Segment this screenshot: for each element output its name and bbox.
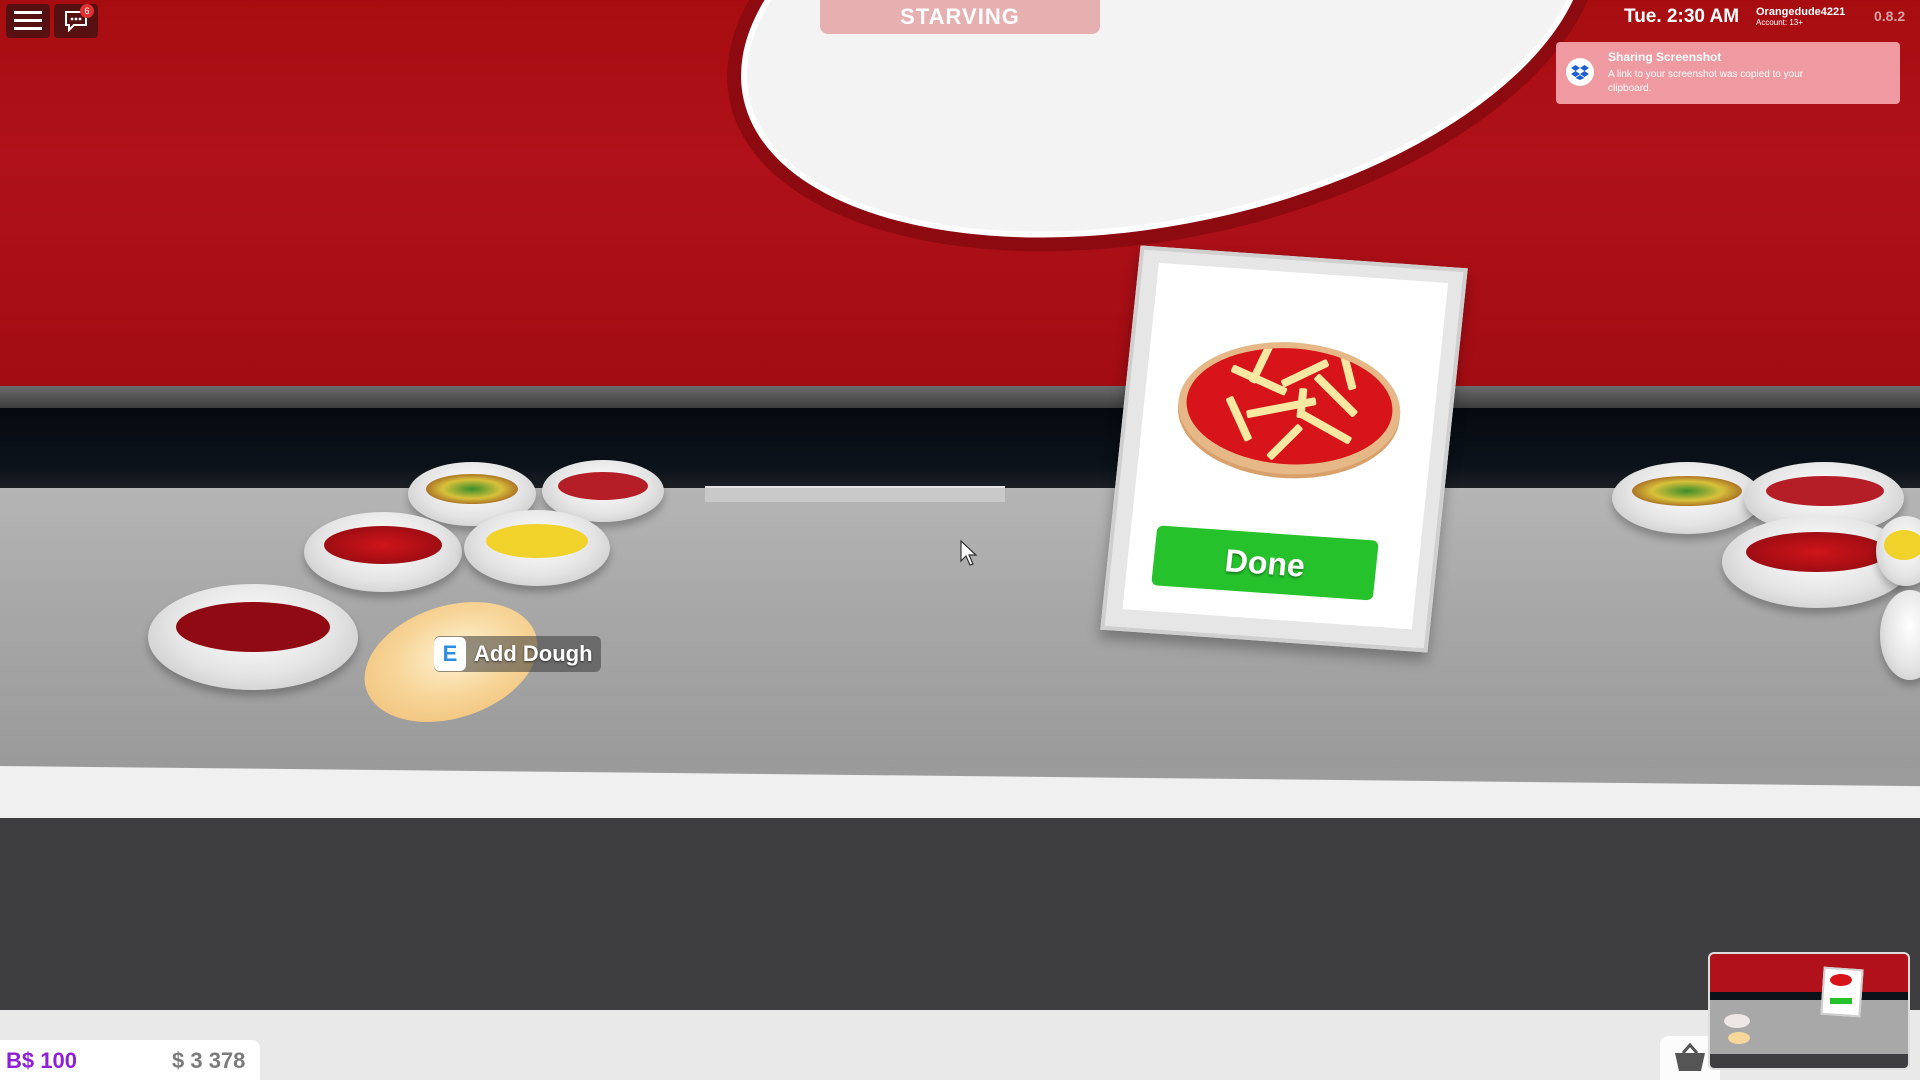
counter-ledge bbox=[705, 486, 1005, 502]
counter-front bbox=[0, 818, 1920, 1018]
prompt-key: E bbox=[434, 637, 466, 671]
topping-bowl-sauce[interactable] bbox=[148, 584, 358, 690]
basket-icon bbox=[1675, 1043, 1705, 1071]
bloxburg-bucks: B$ 100 bbox=[6, 1048, 77, 1073]
order-pizza-image bbox=[1171, 334, 1407, 482]
camera-preview bbox=[1708, 952, 1910, 1070]
game-clock: Tue. 2:30 AM bbox=[1624, 6, 1740, 27]
cash-balance: $ 3 378 bbox=[172, 1048, 246, 1073]
notification-title: Sharing Screenshot bbox=[1608, 50, 1722, 64]
wall-trim bbox=[0, 386, 1920, 408]
menu-button[interactable] bbox=[6, 4, 50, 38]
hunger-status: STARVING bbox=[820, 0, 1100, 34]
account-age: Account: 13+ bbox=[1756, 18, 1803, 27]
game-viewport[interactable]: E Add Dough Done 6 STARVING Tue. 2:30 AM… bbox=[0, 0, 1920, 1080]
screenshot-notification[interactable]: Sharing Screenshot A link to your screen… bbox=[1556, 42, 1900, 104]
topping-bowl-peppers-right[interactable] bbox=[1612, 462, 1762, 534]
arrow-cursor-icon bbox=[960, 540, 978, 566]
floor bbox=[0, 1010, 1920, 1080]
account-name: Orangedude4221 bbox=[1756, 6, 1846, 18]
order-card: Done bbox=[1100, 245, 1468, 653]
currency-bar: B$ 100 $ 3 378 bbox=[0, 1040, 260, 1080]
account-info: Orangedude4221 Account: 13+ bbox=[1756, 6, 1845, 27]
notification-message: A link to your screenshot was copied to … bbox=[1608, 69, 1804, 94]
order-card-panel: Done bbox=[1122, 262, 1449, 630]
chat-unread-badge: 6 bbox=[80, 4, 94, 18]
chat-button[interactable]: 6 bbox=[54, 4, 98, 38]
prompt-label: Add Dough bbox=[474, 641, 593, 666]
topping-bowl-cheese[interactable] bbox=[464, 510, 610, 586]
topping-bowl-tomato[interactable] bbox=[304, 512, 462, 592]
interaction-prompt[interactable]: E Add Dough bbox=[434, 636, 601, 672]
done-button[interactable]: Done bbox=[1151, 525, 1379, 601]
dropbox-icon bbox=[1566, 58, 1594, 86]
hamburger-icon bbox=[14, 11, 42, 30]
pizza-sauce bbox=[1180, 341, 1399, 472]
version-label: 0.8.2 bbox=[1874, 8, 1906, 24]
